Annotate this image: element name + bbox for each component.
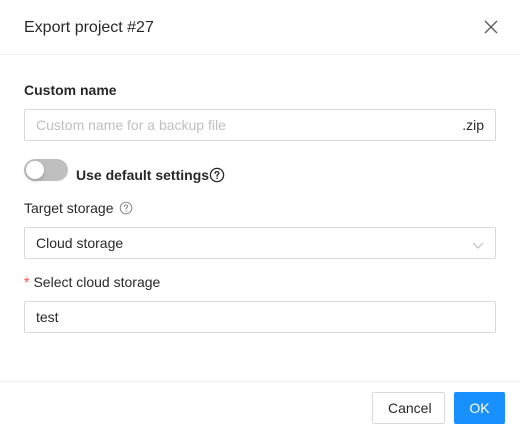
question-circle-icon[interactable]	[119, 201, 133, 215]
target-storage-value: Cloud storage	[36, 235, 124, 251]
cloud-storage-input[interactable]	[36, 302, 436, 332]
dialog-header: Export project #27	[0, 0, 520, 55]
cloud-storage-input-wrapper[interactable]	[24, 301, 496, 333]
default-settings-label: Use default settings	[76, 167, 210, 183]
switch-knob	[26, 161, 44, 179]
export-dialog: Export project #27 Custom name .zip Use …	[0, 0, 520, 434]
custom-name-label: Custom name	[24, 82, 117, 98]
close-button[interactable]	[480, 16, 502, 38]
cloud-storage-label: * Select cloud storage	[24, 272, 160, 292]
chevron-down-icon	[472, 238, 484, 250]
custom-name-input-wrapper[interactable]: .zip	[24, 109, 496, 141]
ok-button[interactable]: OK	[454, 392, 505, 424]
target-storage-label: Target storage	[24, 200, 114, 216]
cancel-button[interactable]: Cancel	[372, 392, 445, 424]
target-storage-select[interactable]: Cloud storage	[24, 227, 496, 259]
default-settings-switch[interactable]	[24, 159, 68, 181]
dialog-footer: Cancel OK	[0, 381, 520, 434]
required-mark: *	[24, 274, 30, 290]
question-circle-icon[interactable]	[209, 167, 225, 183]
cloud-storage-label-text: Select cloud storage	[33, 274, 161, 290]
dialog-title: Export project #27	[24, 19, 154, 36]
zip-suffix: .zip	[462, 117, 484, 133]
custom-name-input[interactable]	[36, 110, 436, 140]
close-icon	[484, 20, 498, 34]
